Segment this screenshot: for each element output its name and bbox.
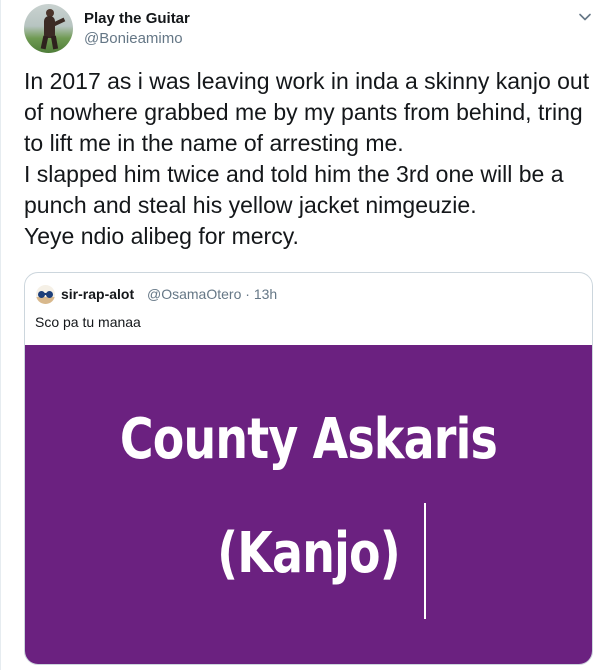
- tweet-text: In 2017 as i was leaving work in inda a …: [24, 66, 604, 252]
- chevron-down-icon[interactable]: [578, 10, 592, 24]
- quoted-handle[interactable]: @OsamaOtero: [147, 286, 241, 302]
- tweet-text-line: of nowhere grabbed me by my pants from b…: [24, 99, 583, 125]
- quoted-display-name[interactable]: sir-rap-alot: [61, 286, 134, 302]
- avatar[interactable]: [24, 4, 73, 53]
- quoted-meta: @OsamaOtero · 13h: [147, 286, 277, 302]
- meta-separator: ·: [245, 286, 250, 302]
- author-display-name[interactable]: Play the Guitar: [84, 10, 190, 27]
- quoted-timestamp[interactable]: 13h: [254, 286, 277, 302]
- avatar-figure-body: [44, 16, 55, 38]
- sunglasses-icon: [46, 291, 53, 298]
- image-text-line: (Kanjo): [217, 521, 401, 586]
- quoted-tweet[interactable]: sir-rap-alot @OsamaOtero · 13h Sco pa tu…: [24, 272, 593, 665]
- tweet-text-line: In 2017 as i was leaving work in inda a …: [24, 68, 590, 94]
- quoted-text: Sco pa tu manaa: [35, 314, 141, 330]
- author-handle[interactable]: @Bonieamimo: [84, 30, 183, 47]
- quoted-avatar-face: [36, 297, 55, 304]
- tweet: Play the Guitar @Bonieamimo In 2017 as i…: [0, 0, 612, 670]
- tweet-text-line: Yeye ndio alibeg for mercy.: [24, 223, 299, 249]
- timeline-divider: [0, 0, 1, 670]
- avatar-figure-leg: [50, 35, 59, 50]
- quoted-avatar[interactable]: [36, 285, 55, 304]
- tweet-text-line: I slapped him twice and told him the 3rd…: [24, 161, 564, 187]
- avatar-figure-leg: [40, 35, 49, 50]
- tweet-text-line: punch and steal his yellow jacket nimgeu…: [24, 192, 477, 218]
- tweet-text-line: to lift me in the name of arresting me.: [24, 130, 404, 156]
- image-text-line: County Askaris: [119, 407, 498, 472]
- quoted-image[interactable]: County Askaris (Kanjo): [25, 345, 592, 664]
- text-cursor: [424, 503, 426, 619]
